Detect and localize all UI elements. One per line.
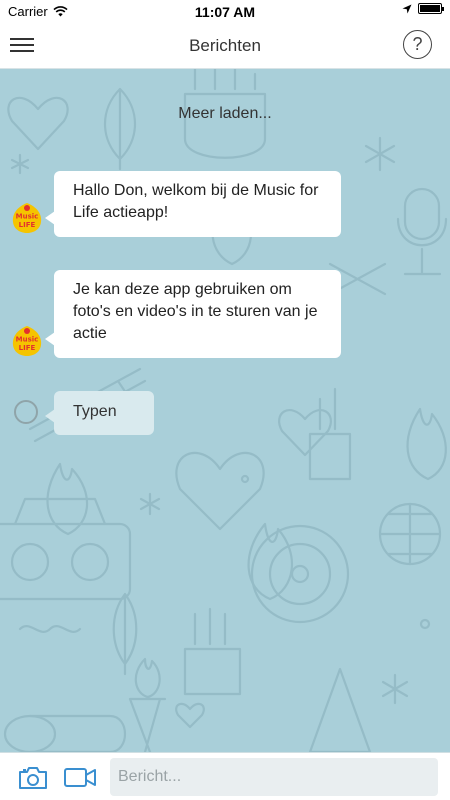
message-input[interactable] xyxy=(110,758,438,796)
page-title: Berichten xyxy=(189,36,261,55)
message-bubble: Hallo Don, welkom bij de Music for Life … xyxy=(45,171,341,237)
status-right xyxy=(402,3,444,14)
svg-text:Music: Music xyxy=(16,336,39,344)
music-for-life-logo-avatar: Music LIFE xyxy=(12,326,42,356)
message-text: Hallo Don, welkom bij de Music for Life … xyxy=(73,182,319,221)
navigation-bar: Berichten ? xyxy=(0,22,450,69)
svg-text:LIFE: LIFE xyxy=(19,344,36,352)
typing-avatar-placeholder xyxy=(14,400,38,424)
help-button[interactable]: ? xyxy=(403,30,432,59)
typing-indicator: Typen xyxy=(45,391,154,435)
status-bar: Carrier 11:07 AM xyxy=(0,0,450,22)
load-more-link[interactable]: Meer laden... xyxy=(0,105,450,123)
camera-icon[interactable] xyxy=(18,766,48,790)
location-arrow-icon xyxy=(402,4,412,13)
message-bubble: Je kan deze app gebruiken om foto's en v… xyxy=(45,270,341,358)
chat-area[interactable]: Meer laden... Music LIFE Hallo Don, welk… xyxy=(0,69,450,752)
message-input-bar xyxy=(0,752,450,800)
message-text: Je kan deze app gebruiken om foto's en v… xyxy=(73,281,318,342)
svg-text:Music: Music xyxy=(16,213,39,221)
music-for-life-logo-avatar: Music LIFE xyxy=(12,203,42,233)
typing-label: Typen xyxy=(73,403,117,420)
video-camera-icon[interactable] xyxy=(64,766,96,788)
svg-text:LIFE: LIFE xyxy=(19,221,36,229)
battery-icon xyxy=(418,3,444,14)
status-time: 11:07 AM xyxy=(194,4,256,20)
